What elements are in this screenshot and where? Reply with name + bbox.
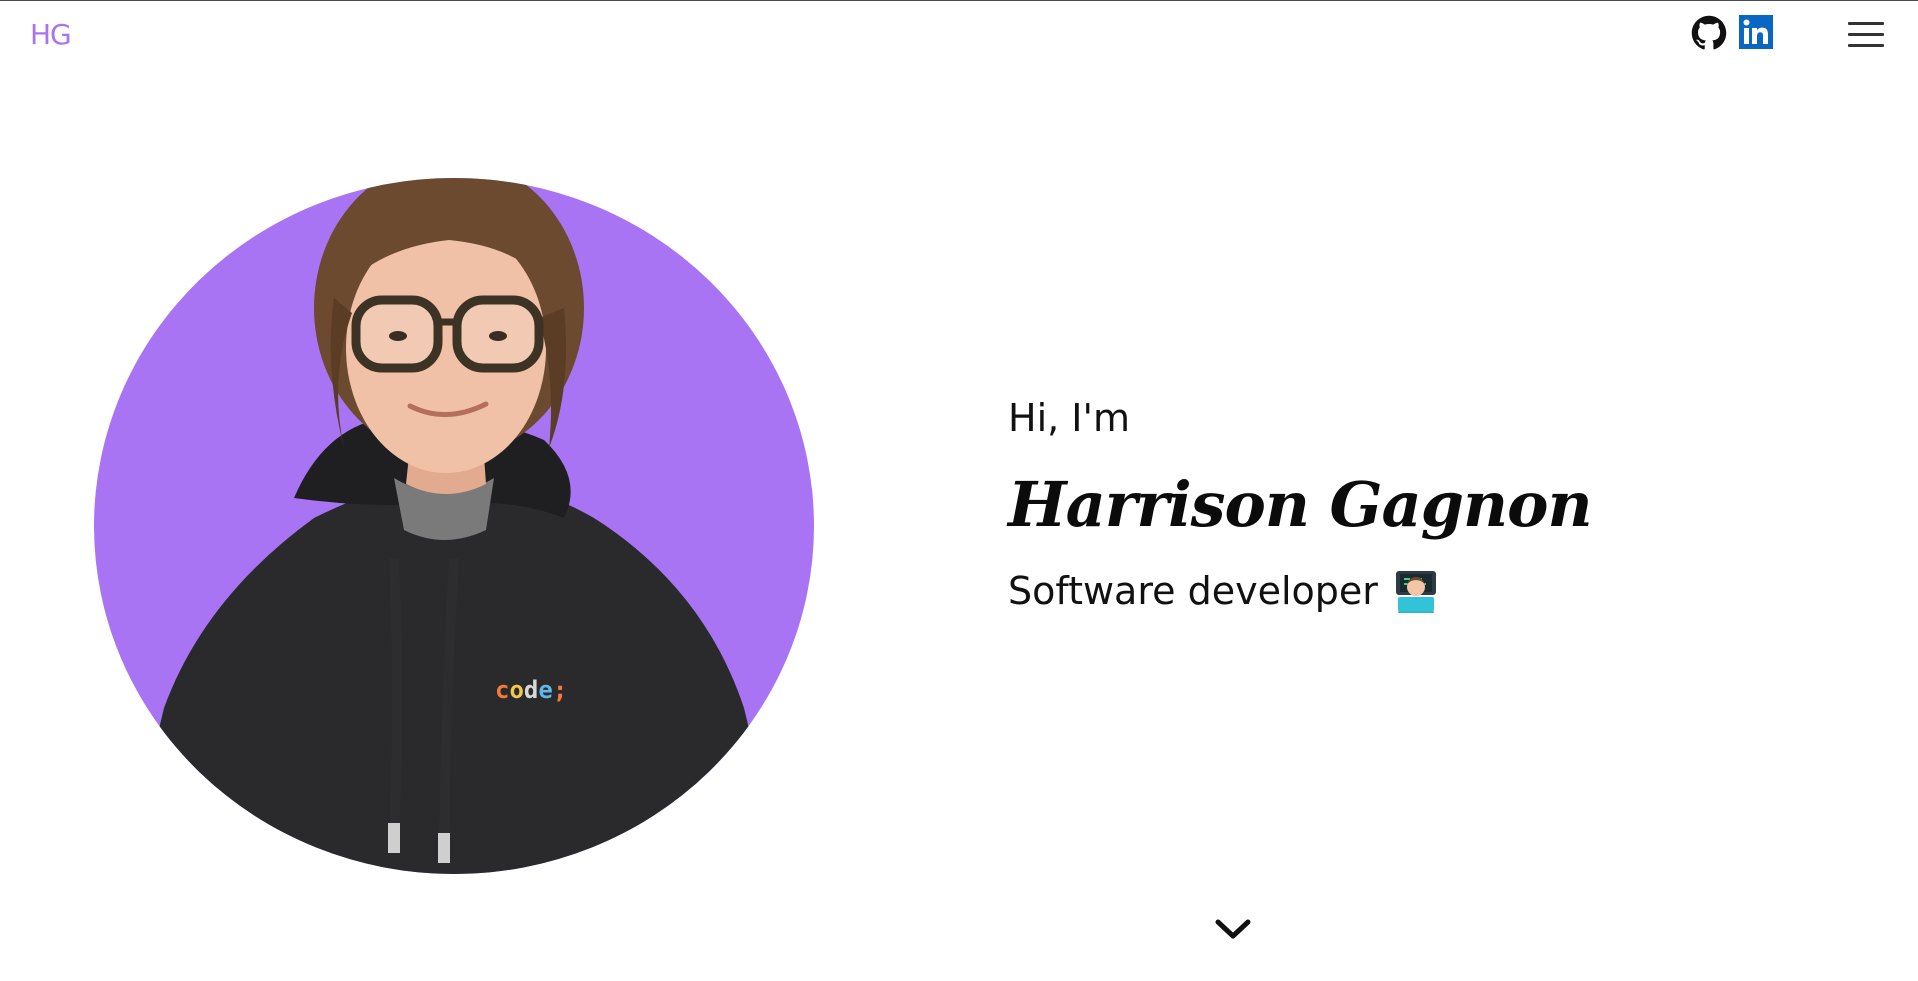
profile-photo: code; (94, 178, 814, 874)
scroll-down-button[interactable] (1214, 916, 1252, 942)
role-row: Software developer (1008, 567, 1708, 615)
hero-name: Harrison Gagnon (1008, 468, 1593, 541)
linkedin-link[interactable] (1739, 15, 1773, 49)
greeting-text: Hi, I'm (1008, 396, 1130, 440)
hamburger-menu-button[interactable] (1848, 22, 1884, 52)
technologist-emoji (1395, 571, 1436, 614)
github-link[interactable] (1691, 15, 1727, 51)
hero-intro: Hi, I'm Harrison Gagnon Software develop… (1008, 396, 1708, 615)
hamburger-menu-icon-line (1848, 44, 1884, 47)
chevron-down-icon (1215, 919, 1251, 939)
github-icon (1691, 15, 1727, 50)
svg-text:code;: code; (495, 676, 567, 704)
role-text: Software developer (1008, 569, 1378, 614)
linkedin-icon (1739, 15, 1773, 49)
site-logo[interactable]: HG (30, 18, 72, 51)
top-border (0, 0, 1918, 1)
hamburger-menu-icon (1848, 22, 1884, 25)
hamburger-menu-icon-line (1848, 33, 1884, 36)
